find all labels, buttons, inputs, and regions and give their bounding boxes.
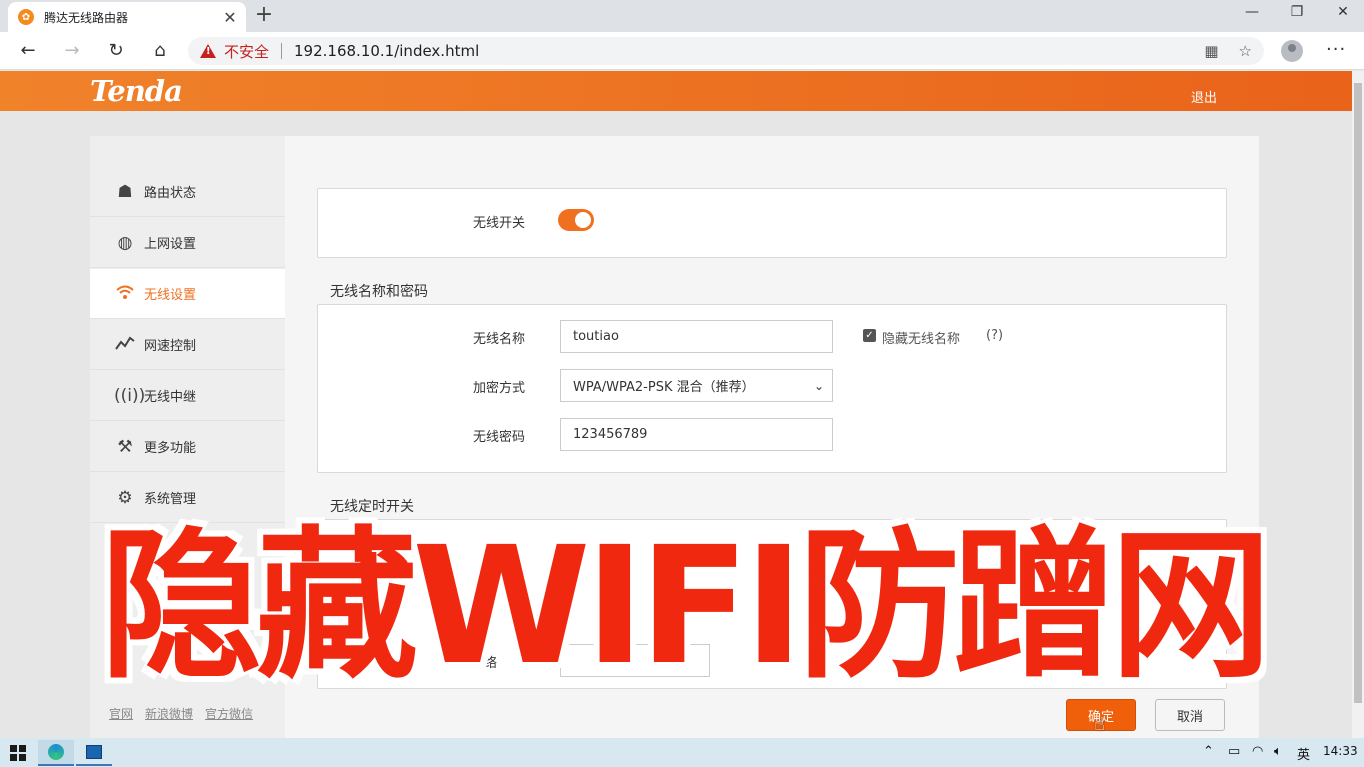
clock[interactable]: 14:33 [1323, 744, 1358, 758]
gears-icon: ⚙ [117, 487, 133, 508]
edge-icon [48, 744, 64, 760]
sidebar-item-label: 系统管理 [144, 492, 197, 507]
photos-icon [86, 745, 102, 759]
battery-icon[interactable]: ▭ [1228, 744, 1240, 759]
encryption-label: 加密方式 [473, 381, 526, 396]
tools-icon: ⚒ [117, 436, 133, 457]
qr-code-icon[interactable]: ▦ [1204, 42, 1218, 60]
sidebar-item-more[interactable]: ⚒ 更多功能 [90, 422, 285, 472]
favorite-star-icon[interactable]: ☆ [1239, 42, 1252, 60]
overlay-banner-text: 隐藏WIFI防蹭网 [98, 513, 1274, 701]
ssid-section-title: 无线名称和密码 [330, 284, 428, 300]
wireless-switch-card [317, 188, 1227, 258]
wireless-switch-toggle[interactable] [558, 209, 594, 231]
sidebar-item-label: 无线设置 [144, 288, 197, 303]
browser-toolbar: ← → ↻ ⌂ 不安全 192.168.10.1/index.html ▦ ☆ … [0, 32, 1364, 70]
windows-taskbar: ⌃ ▭ ◠ 🔈︎ 英 14:33 [0, 738, 1364, 767]
speed-chart-svg [115, 336, 135, 350]
ime-indicator[interactable]: 英 [1297, 744, 1310, 763]
tray-chevron-up-icon[interactable]: ⌃ [1203, 744, 1214, 759]
encryption-value: WPA/WPA2-PSK 混合（推荐） [573, 380, 755, 395]
taskbar-photos-app[interactable] [76, 740, 112, 766]
new-tab-button[interactable]: + [254, 4, 274, 26]
wechat-link[interactable]: 官方微信 [205, 705, 253, 722]
tab-close-icon[interactable]: ✕ [222, 8, 238, 27]
sidebar-footer-links: 官网 新浪微博 官方微信 [109, 705, 253, 722]
sidebar-item-wireless[interactable]: 无线设置 [90, 269, 285, 319]
scrollbar-thumb[interactable] [1354, 83, 1362, 703]
browser-tab[interactable]: ✿ 腾达无线路由器 ✕ [8, 2, 246, 32]
insecure-label[interactable]: 不安全 [224, 41, 269, 62]
help-question-icon[interactable]: (?) [986, 328, 1003, 343]
sidebar-item-label: 路由状态 [144, 186, 197, 201]
password-value: 123456789 [573, 427, 648, 442]
router-header: Tenda 退出 [0, 71, 1352, 111]
globe-icon: ◍ [117, 232, 133, 253]
tenda-logo: Tenda [90, 74, 183, 108]
taskbar-edge-app[interactable] [38, 740, 74, 766]
sidebar-item-label: 更多功能 [144, 441, 197, 456]
logout-link[interactable]: 退出 [1191, 87, 1217, 106]
sidebar-item-label: 无线中继 [144, 390, 197, 405]
network-wifi-icon[interactable]: ◠ [1252, 744, 1263, 759]
sidebar-item-repeater[interactable]: ((i)) 无线中继 [90, 371, 285, 421]
official-site-link[interactable]: 官网 [109, 705, 133, 722]
encryption-select[interactable]: WPA/WPA2-PSK 混合（推荐） ⌄ [560, 369, 833, 402]
sidebar-item-status[interactable]: ☗ 路由状态 [90, 167, 285, 217]
back-arrow-icon[interactable]: ← [17, 40, 39, 62]
speed-chart-icon [114, 335, 136, 355]
chevron-down-icon: ⌄ [813, 379, 824, 393]
wireless-switch-label: 无线开关 [473, 216, 526, 231]
minimize-button[interactable]: — [1240, 4, 1264, 20]
password-label: 无线密码 [473, 430, 526, 445]
more-menu-icon[interactable]: ··· [1326, 39, 1346, 60]
close-window-button[interactable]: ✕ [1331, 4, 1355, 20]
forward-arrow-icon[interactable]: → [61, 40, 83, 62]
volume-icon[interactable]: 🔈︎ [1274, 744, 1282, 759]
ssid-input[interactable]: toutiao [560, 320, 833, 353]
sidebar-item-speed-control[interactable]: 网速控制 [90, 320, 285, 370]
divider [281, 43, 283, 59]
url-text[interactable]: 192.168.10.1/index.html [294, 42, 1184, 60]
reload-icon[interactable]: ↻ [105, 40, 127, 62]
sidebar-item-internet[interactable]: ◍ 上网设置 [90, 218, 285, 268]
profile-avatar[interactable] [1281, 40, 1303, 62]
sidebar-item-label: 上网设置 [144, 237, 197, 252]
hand-cursor-icon: ☝ [1094, 714, 1105, 735]
ssid-label: 无线名称 [473, 332, 526, 347]
router-icon: ☗ [117, 181, 133, 202]
ssid-value: toutiao [573, 329, 619, 344]
address-bar[interactable]: 不安全 192.168.10.1/index.html ▦ ☆ [188, 37, 1264, 65]
wifi-icon-svg [116, 285, 134, 299]
browser-tab-strip: ✿ 腾达无线路由器 ✕ + — ❐ ✕ [0, 0, 1364, 32]
page-scrollbar[interactable] [1352, 71, 1364, 738]
weibo-link[interactable]: 新浪微博 [145, 705, 193, 722]
antenna-icon: ((i)) [114, 385, 146, 406]
warning-icon[interactable] [200, 44, 216, 58]
hide-ssid-label: 隐藏无线名称 [882, 332, 961, 347]
windows-start-icon[interactable] [10, 745, 26, 761]
tenda-favicon-icon: ✿ [18, 9, 34, 25]
sidebar-item-label: 网速控制 [144, 339, 197, 354]
wifi-icon [114, 284, 136, 304]
password-input[interactable]: 123456789 [560, 418, 833, 451]
cancel-button[interactable]: 取消 [1155, 699, 1225, 731]
restore-button[interactable]: ❐ [1285, 4, 1309, 20]
hide-ssid-checkbox[interactable]: ✓ [863, 329, 876, 342]
home-icon[interactable]: ⌂ [149, 40, 171, 62]
tab-title: 腾达无线路由器 [44, 10, 129, 25]
